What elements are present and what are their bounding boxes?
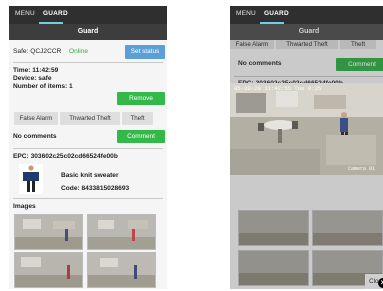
- tab-guard[interactable]: GUARD: [43, 10, 68, 17]
- divider: [13, 62, 163, 63]
- remove-button[interactable]: Remove: [117, 92, 165, 105]
- sweater-figure-image: [19, 164, 43, 194]
- camera-image-viewer[interactable]: 05-20-20 11:42:55 Tue 8:25 Camera 01: [230, 83, 383, 175]
- image-thumbnail[interactable]: [14, 214, 83, 250]
- image-thumbnail[interactable]: [87, 252, 156, 288]
- phone-screen-left: MENU GUARD Guard Safe: QCJ2CCR Online Se…: [9, 6, 167, 289]
- theft-button[interactable]: Theft: [122, 112, 153, 125]
- images-heading: Images: [13, 203, 36, 210]
- alarm-time: Time: 11:42:59: [13, 67, 59, 74]
- image-thumbnail[interactable]: [87, 214, 156, 250]
- camera-label: Camera 01: [348, 166, 376, 172]
- top-tab-bar: MENU GUARD: [9, 6, 167, 24]
- phone-screen-right: MENU GUARD Guard False Alarm Thwarted Th…: [230, 6, 383, 289]
- top-tab-bar: MENU GUARD: [230, 6, 383, 24]
- set-status-button[interactable]: Set status: [125, 45, 165, 59]
- false-alarm-button[interactable]: False Alarm: [14, 112, 58, 125]
- alarm-detail-panel: Safe: QCJ2CCR Online Set status Time: 11…: [9, 40, 167, 289]
- thwarted-theft-button[interactable]: Thwarted Theft: [60, 112, 120, 125]
- tab-menu[interactable]: MENU: [15, 10, 35, 17]
- close-icon[interactable]: ×: [378, 278, 383, 288]
- camera-snapshot: [230, 83, 383, 175]
- image-thumbnail[interactable]: [14, 252, 83, 288]
- comments-text: No comments: [13, 133, 57, 140]
- divider: [13, 148, 163, 149]
- alarm-item-count: Number of items: 1: [13, 83, 73, 90]
- camera-timestamp: 05-20-20 11:42:55 Tue 8:25: [234, 85, 322, 92]
- page-title: Guard: [230, 24, 383, 40]
- comment-button[interactable]: Comment: [117, 130, 165, 143]
- tab-guard[interactable]: GUARD: [264, 10, 289, 17]
- online-status: Online: [69, 48, 89, 55]
- item-epc: EPC: 303602c25c02cd66524fe00b: [13, 153, 118, 160]
- page-title: Guard: [9, 24, 167, 40]
- safe-label: Safe: QCJ2CCR: [13, 48, 62, 55]
- item-code: Code: 8433815028693: [61, 185, 130, 192]
- alarm-device: Device: safe: [13, 75, 52, 82]
- item-name: Basic knit sweater: [61, 172, 119, 179]
- tab-menu[interactable]: MENU: [236, 10, 256, 17]
- divider: [13, 198, 163, 199]
